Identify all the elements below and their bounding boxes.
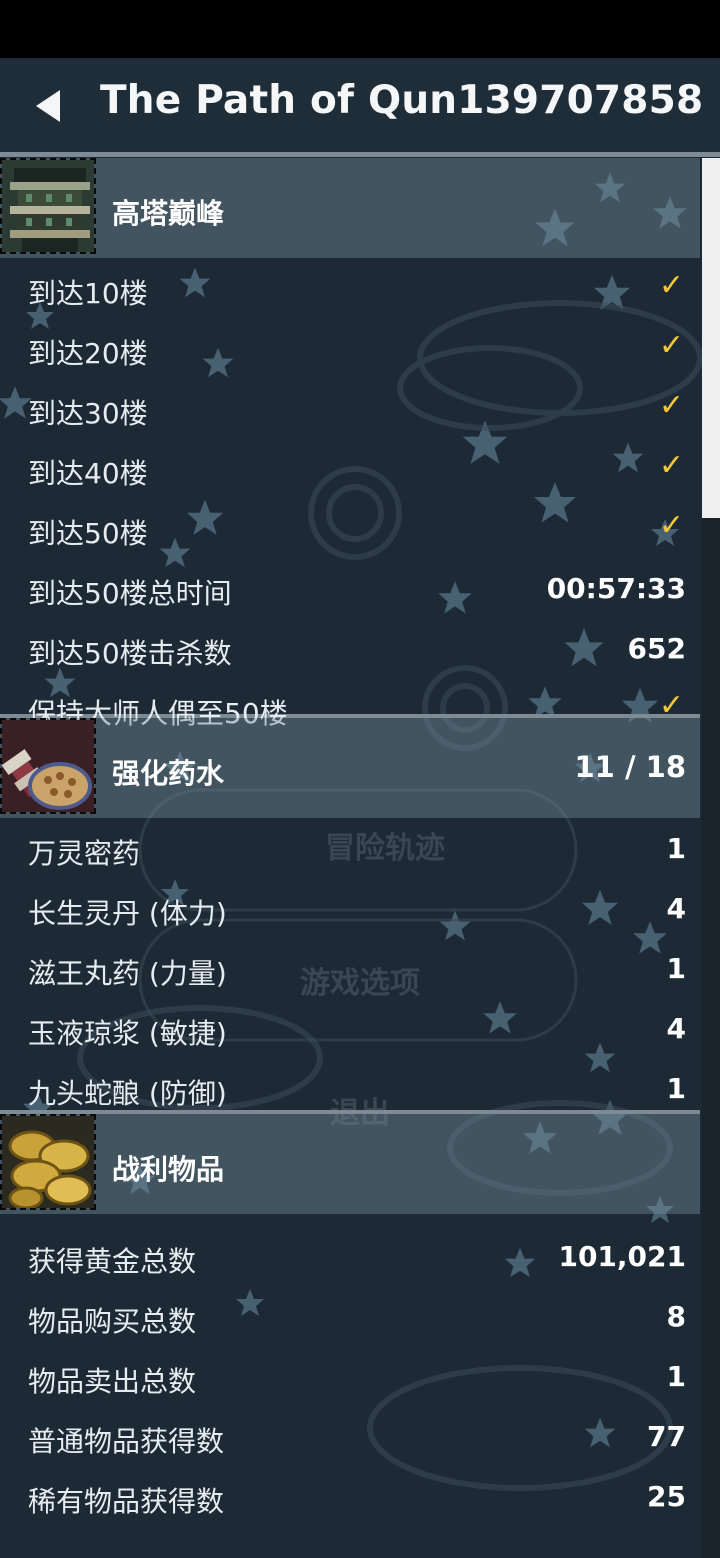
checkmark-icon: ✓ [658, 508, 684, 543]
checkmark-icon: ✓ [658, 388, 684, 423]
stat-value: 00:57:33 [546, 572, 686, 605]
stat-row: 到达20楼 ✓ [0, 318, 700, 378]
stat-value: 1 [666, 952, 686, 985]
stat-row: 物品卖出总数 1 [0, 1346, 700, 1406]
stat-row: 到达50楼总时间 00:57:33 [0, 558, 700, 618]
stat-value: 8 [666, 1300, 686, 1333]
stat-label: 到达20楼 [28, 337, 148, 370]
gold-coins-thumbnail-icon [0, 1114, 96, 1210]
stat-label: 长生灵丹 (体力) [28, 897, 227, 930]
section-title: 战利物品 [112, 1153, 225, 1186]
checkmark-icon: ✓ [658, 328, 684, 363]
stat-row: 保持大师人偶至50楼 ✓ [0, 678, 700, 730]
header-divider [0, 152, 720, 157]
status-bar [0, 0, 720, 58]
stat-row: 长生灵丹 (体力) 4 [0, 878, 700, 938]
scrollbar-track[interactable] [702, 518, 720, 1558]
stat-label: 玉液琼浆 (敏捷) [28, 1017, 227, 1050]
stat-label: 获得黄金总数 [28, 1245, 197, 1278]
stat-value: 1 [666, 1360, 686, 1393]
stat-label: 滋王丸药 (力量) [28, 957, 227, 990]
stat-value: 652 [627, 632, 686, 665]
stat-value: 25 [647, 1480, 686, 1513]
stat-value: 101,021 [558, 1240, 686, 1273]
stat-row: 到达50楼击杀数 652 [0, 618, 700, 678]
stat-row: 九头蛇酿 (防御) 1 [0, 1058, 700, 1110]
stat-label: 到达30楼 [28, 397, 148, 430]
section-progress: 11 / 18 [574, 750, 687, 784]
stat-row: 到达50楼 ✓ [0, 498, 700, 558]
stat-label: 到达50楼总时间 [28, 577, 232, 610]
stat-label: 到达10楼 [28, 277, 148, 310]
stat-label: 稀有物品获得数 [28, 1485, 225, 1518]
section-header-loot: 战利物品 [0, 1114, 700, 1214]
checkmark-icon: ✓ [658, 448, 684, 483]
stat-row: 物品购买总数 8 [0, 1286, 700, 1346]
tower-thumbnail-icon [0, 158, 96, 254]
stat-label: 到达40楼 [28, 457, 148, 490]
stat-label: 到达50楼 [28, 517, 148, 550]
stat-row: 普通物品获得数 77 [0, 1406, 700, 1466]
stat-row: 到达10楼 ✓ [0, 258, 700, 318]
stat-label: 物品购买总数 [28, 1305, 197, 1338]
stat-row: 获得黄金总数 101,021 [0, 1226, 700, 1286]
stat-value: 1 [666, 1072, 686, 1105]
stat-label: 普通物品获得数 [28, 1425, 225, 1458]
stat-row: 万灵密药 1 [0, 818, 700, 878]
stat-value: 77 [647, 1420, 686, 1453]
checkmark-icon: ✓ [658, 268, 684, 303]
stat-row: 到达30楼 ✓ [0, 378, 700, 438]
stat-label: 万灵密药 [28, 837, 141, 870]
section-title: 强化药水 [112, 757, 225, 790]
stat-label: 到达50楼击杀数 [28, 637, 232, 670]
section-title: 高塔巅峰 [112, 197, 225, 230]
stat-row: 稀有物品获得数 25 [0, 1466, 700, 1526]
section-header-tower: 高塔巅峰 [0, 158, 700, 258]
stats-list[interactable]: 高塔巅峰 到达10楼 ✓ 到达20楼 ✓ 到达30楼 ✓ 到达40楼 ✓ 到达50楼 ✓ … [0, 158, 700, 1558]
stat-label: 九头蛇酿 (防御) [28, 1077, 227, 1110]
back-arrow-icon[interactable] [30, 86, 70, 126]
stat-row: 玉液琼浆 (敏捷) 4 [0, 998, 700, 1058]
stat-row: 到达40楼 ✓ [0, 438, 700, 498]
scrollbar-thumb[interactable] [702, 158, 720, 518]
stat-value: 4 [666, 1012, 686, 1045]
stat-value: 1 [666, 832, 686, 865]
page-title: The Path of Qun139707858 [100, 78, 704, 123]
stat-label: 物品卖出总数 [28, 1365, 197, 1398]
stat-value: 4 [666, 892, 686, 925]
top-bar: The Path of Qun139707858 [0, 58, 720, 154]
potion-thumbnail-icon [0, 718, 96, 814]
stat-row: 滋王丸药 (力量) 1 [0, 938, 700, 998]
section-header-potions: 强化药水 11 / 18 [0, 718, 700, 818]
